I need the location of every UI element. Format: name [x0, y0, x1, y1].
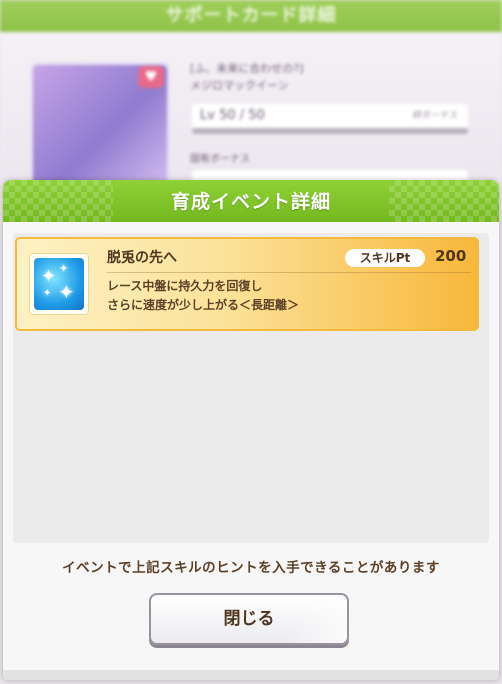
background-level: Lv 50 / 50 絆ボーナス	[192, 104, 468, 128]
skill-pt-value: 200	[435, 247, 467, 265]
skill-name: 脱兎の先へ	[107, 250, 177, 266]
skill-card[interactable]: ✦ ✦ ✦ ✦ 脱兎の先へ スキルPt 200 レース中盤に持久力を回復し さら…	[15, 237, 479, 331]
close-button-label: 閉じる	[223, 609, 275, 629]
dialog-header: 育成イベント詳細	[3, 180, 499, 222]
dialog-title: 育成イベント詳細	[170, 191, 331, 213]
heart-icon: ♥	[138, 66, 164, 88]
hint-note: イベントで上記スキルのヒントを入手できることがあります	[62, 560, 440, 576]
dialog-bottom-edge	[3, 670, 499, 680]
background-bonus-label: 固有ボーナス	[190, 154, 250, 165]
button-shine	[271, 595, 347, 643]
background-card-title: [ふ、未来に合わせの?] メジロマックイーン	[190, 62, 304, 92]
background-header: サポートカード詳細	[0, 0, 502, 32]
skill-description-line-2: さらに速度が少し上がる＜長距離＞	[107, 298, 300, 312]
skill-divider	[107, 272, 471, 273]
skill-icon-frame: ✦ ✦ ✦ ✦	[29, 253, 89, 315]
event-detail-dialog: 育成イベント詳細 ✦ ✦ ✦ ✦ 脱兎の先へ スキルPt 200 レース中盤に持…	[3, 180, 499, 680]
skill-description-line-1: レース中盤に持久力を回復し	[107, 279, 263, 293]
sparkle-skill-icon: ✦ ✦ ✦ ✦	[34, 258, 84, 310]
background-level-bar	[192, 128, 468, 134]
skill-pt-badge: スキルPt	[345, 249, 425, 267]
skill-list-area: ✦ ✦ ✦ ✦ 脱兎の先へ スキルPt 200 レース中盤に持久力を回復し さら…	[13, 233, 489, 543]
close-button[interactable]: 閉じる	[149, 593, 349, 645]
skill-description: レース中盤に持久力を回復し さらに速度が少し上がる＜長距離＞	[107, 277, 467, 315]
